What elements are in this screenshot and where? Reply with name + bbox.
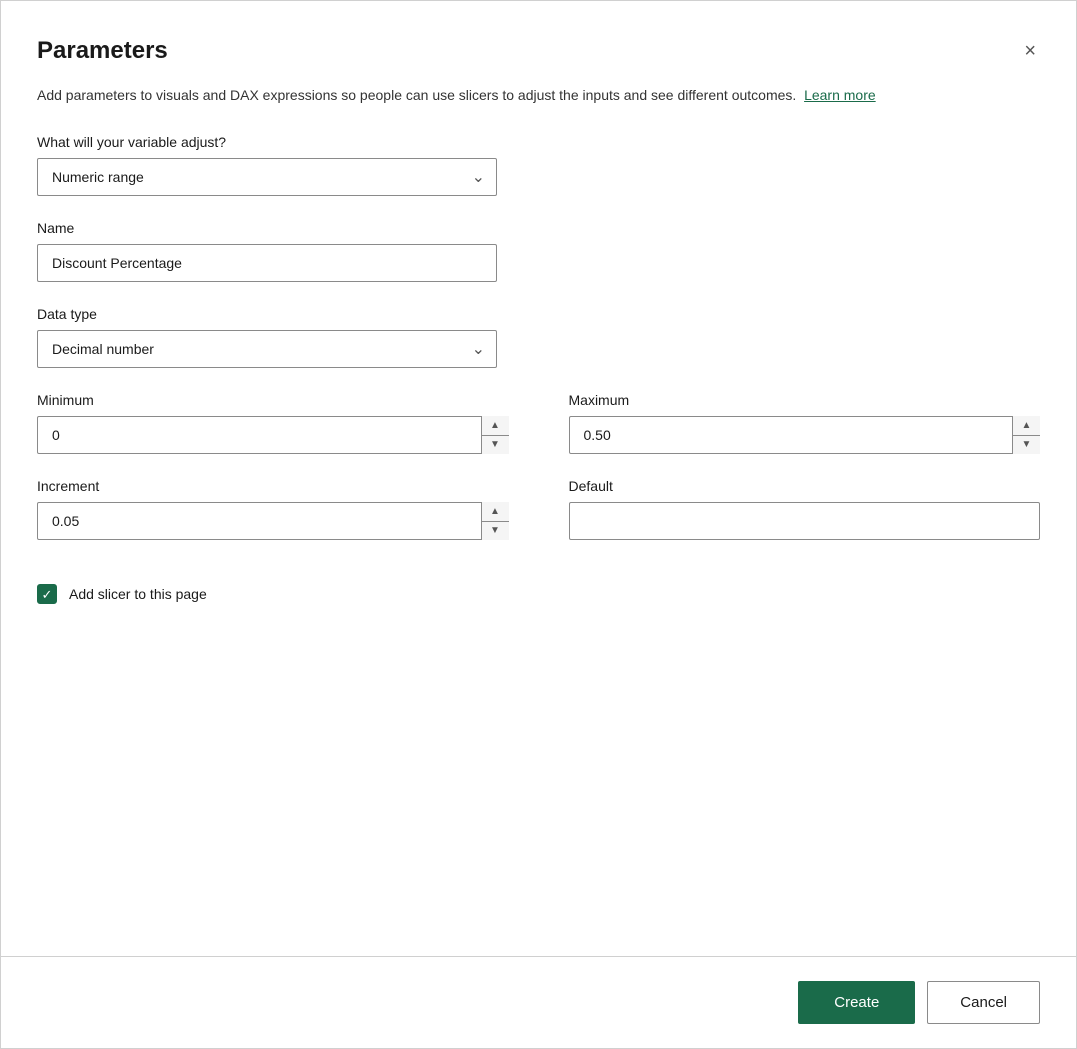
- default-label: Default: [569, 478, 1041, 494]
- increment-input[interactable]: [37, 502, 509, 540]
- cancel-button[interactable]: Cancel: [927, 981, 1040, 1024]
- increment-default-row: Increment ▲ ▼ Default: [37, 478, 1040, 564]
- minimum-group: Minimum ▲ ▼: [37, 392, 509, 454]
- name-label: Name: [37, 220, 1040, 236]
- increment-group: Increment ▲ ▼: [37, 478, 509, 540]
- default-spinner: [569, 502, 1041, 540]
- add-slicer-label[interactable]: Add slicer to this page: [69, 586, 207, 602]
- minimum-col: Minimum ▲ ▼: [37, 392, 509, 478]
- maximum-spinner-buttons: ▲ ▼: [1012, 416, 1040, 454]
- increment-col: Increment ▲ ▼: [37, 478, 509, 564]
- variable-select[interactable]: Numeric range List of values: [37, 158, 497, 196]
- maximum-input[interactable]: [569, 416, 1041, 454]
- data-type-select-wrapper: Decimal number Whole number ⌄: [37, 330, 497, 368]
- default-input[interactable]: [569, 502, 1041, 540]
- minimum-spinner-buttons: ▲ ▼: [481, 416, 509, 454]
- increment-spinner-buttons: ▲ ▼: [481, 502, 509, 540]
- close-icon: ×: [1024, 41, 1036, 61]
- name-group: Name: [37, 220, 1040, 282]
- increment-label: Increment: [37, 478, 509, 494]
- data-type-select[interactable]: Decimal number Whole number: [37, 330, 497, 368]
- close-button[interactable]: ×: [1020, 37, 1040, 65]
- parameters-dialog: Parameters × Add parameters to visuals a…: [0, 0, 1077, 1049]
- maximum-increment-button[interactable]: ▲: [1013, 416, 1040, 436]
- maximum-decrement-button[interactable]: ▼: [1013, 436, 1040, 455]
- learn-more-link[interactable]: Learn more: [804, 87, 876, 103]
- dialog-footer: Create Cancel: [1, 957, 1076, 1048]
- dialog-header: Parameters ×: [37, 37, 1040, 65]
- name-input[interactable]: [37, 244, 497, 282]
- minimum-label: Minimum: [37, 392, 509, 408]
- data-type-group: Data type Decimal number Whole number ⌄: [37, 306, 1040, 368]
- data-type-label: Data type: [37, 306, 1040, 322]
- minimum-decrement-button[interactable]: ▼: [482, 436, 509, 455]
- checkmark-icon: ✓: [42, 588, 53, 601]
- increment-spinner: ▲ ▼: [37, 502, 509, 540]
- create-button[interactable]: Create: [798, 981, 915, 1024]
- default-group: Default: [569, 478, 1041, 540]
- description-text: Add parameters to visuals and DAX expres…: [37, 87, 796, 103]
- add-slicer-row: ✓ Add slicer to this page: [37, 564, 1040, 624]
- maximum-spinner: ▲ ▼: [569, 416, 1041, 454]
- increment-increment-button[interactable]: ▲: [482, 502, 509, 522]
- increment-decrement-button[interactable]: ▼: [482, 522, 509, 541]
- default-col: Default: [569, 478, 1041, 564]
- maximum-label: Maximum: [569, 392, 1041, 408]
- add-slicer-checkbox[interactable]: ✓: [37, 584, 57, 604]
- dialog-title: Parameters: [37, 37, 168, 65]
- minimum-input[interactable]: [37, 416, 509, 454]
- minimum-spinner: ▲ ▼: [37, 416, 509, 454]
- minimum-increment-button[interactable]: ▲: [482, 416, 509, 436]
- maximum-col: Maximum ▲ ▼: [569, 392, 1041, 478]
- variable-label: What will your variable adjust?: [37, 134, 1040, 150]
- maximum-group: Maximum ▲ ▼: [569, 392, 1041, 454]
- variable-group: What will your variable adjust? Numeric …: [37, 134, 1040, 196]
- variable-select-wrapper: Numeric range List of values ⌄: [37, 158, 497, 196]
- min-max-row: Minimum ▲ ▼ Maximum: [37, 392, 1040, 478]
- description: Add parameters to visuals and DAX expres…: [37, 85, 1040, 106]
